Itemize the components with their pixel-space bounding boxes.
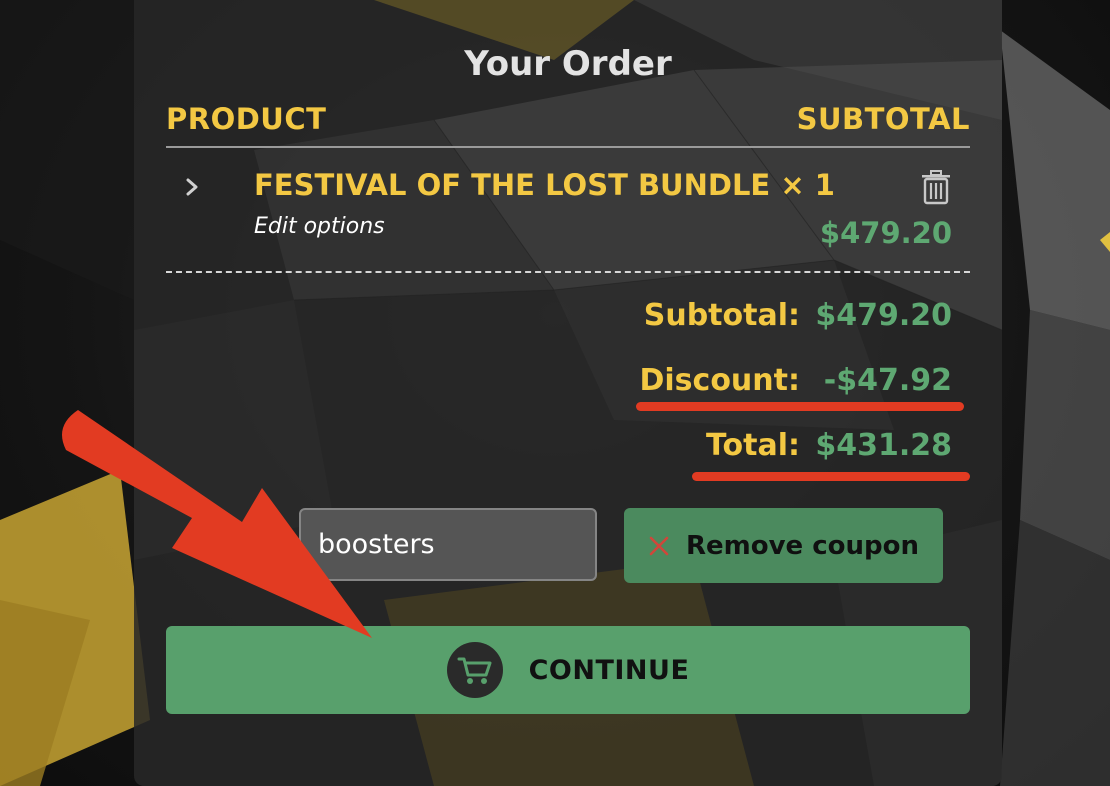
- discount-highlight-underline: [636, 402, 964, 411]
- chevron-right-icon[interactable]: [180, 172, 204, 202]
- remove-coupon-button[interactable]: Remove coupon: [624, 508, 943, 583]
- total-highlight-underline: [692, 472, 970, 481]
- total-value: $431.28: [815, 428, 952, 463]
- order-title: Your Order: [464, 44, 672, 84]
- order-panel: Your Order PRODUCT SUBTOTAL FESTIVAL OF …: [134, 0, 1002, 786]
- item-divider: [166, 271, 970, 273]
- total-label: Total:: [706, 428, 800, 463]
- continue-button[interactable]: CONTINUE: [166, 626, 970, 714]
- edit-options-link[interactable]: Edit options: [254, 214, 385, 239]
- continue-label: CONTINUE: [528, 654, 690, 686]
- checkout-screen: Your Order PRODUCT SUBTOTAL FESTIVAL OF …: [0, 0, 1110, 786]
- coupon-input[interactable]: [299, 508, 597, 581]
- header-divider: [166, 146, 970, 148]
- subtotal-label: Subtotal:: [643, 298, 800, 333]
- column-header-subtotal: SUBTOTAL: [796, 102, 970, 136]
- close-icon: [648, 535, 670, 557]
- trash-icon[interactable]: [918, 168, 954, 206]
- product-name: FESTIVAL OF THE LOST BUNDLE × 1: [254, 168, 835, 202]
- column-header-product: PRODUCT: [166, 102, 327, 136]
- subtotal-value: $479.20: [815, 298, 952, 333]
- discount-label: Discount:: [639, 363, 801, 398]
- discount-value: -$47.92: [823, 363, 952, 398]
- line-item-price: $479.20: [819, 216, 952, 250]
- remove-coupon-label: Remove coupon: [685, 530, 919, 561]
- shopping-cart-icon: [446, 642, 503, 698]
